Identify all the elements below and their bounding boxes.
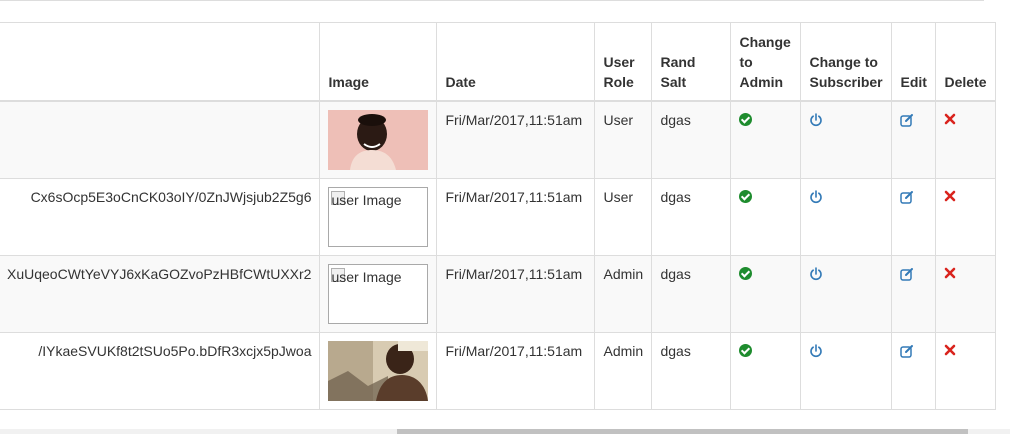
check-circle-icon[interactable] xyxy=(739,343,753,357)
table-row: /IYkaeSVUKf8t2tSUo5Po.bDfR3xcjx5pJwoa Fr… xyxy=(0,331,997,410)
change-to-subscriber-cell xyxy=(800,331,893,410)
table-row: Fri/Mar/2017,11:51am User dgas xyxy=(0,100,997,179)
change-to-admin-cell xyxy=(730,100,802,179)
edit-icon[interactable] xyxy=(900,267,914,281)
edit-icon[interactable] xyxy=(900,344,914,358)
table-row: XuUqeoCWtYeVYJ6xKaGOZvoPzHBfCWtUXXr2 use… xyxy=(0,254,997,333)
date-cell: Fri/Mar/2017,11:51am xyxy=(436,100,596,179)
role-cell: User xyxy=(594,100,653,179)
top-divider xyxy=(0,0,984,1)
close-icon[interactable] xyxy=(944,267,956,279)
change-to-subscriber-cell xyxy=(800,177,893,256)
salt-cell: dgas xyxy=(651,254,732,333)
close-icon[interactable] xyxy=(944,113,956,125)
close-icon[interactable] xyxy=(944,344,956,356)
role-cell: User xyxy=(594,177,653,256)
role-cell: Admin xyxy=(594,331,653,410)
users-table: Image Date User Role Rand Salt Change to… xyxy=(0,22,997,410)
table-header-row: Image Date User Role Rand Salt Change to… xyxy=(0,22,997,102)
close-icon[interactable] xyxy=(944,190,956,202)
date-cell: Fri/Mar/2017,11:51am xyxy=(436,177,596,256)
power-icon[interactable] xyxy=(809,266,823,281)
change-to-admin-cell xyxy=(730,331,802,410)
salt-cell: dgas xyxy=(651,100,732,179)
check-circle-icon[interactable] xyxy=(739,266,753,280)
change-to-admin-cell xyxy=(730,254,802,333)
user-image-broken: user Image xyxy=(328,186,429,247)
edit-cell xyxy=(891,331,937,410)
header-hash xyxy=(0,22,321,102)
edit-cell xyxy=(891,177,937,256)
edit-cell xyxy=(891,254,937,333)
header-rand-salt: Rand Salt xyxy=(651,22,732,102)
header-delete: Delete xyxy=(935,22,997,102)
power-icon[interactable] xyxy=(809,189,823,204)
password-hash-cell: /IYkaeSVUKf8t2tSUo5Po.bDfR3xcjx5pJwoa xyxy=(0,331,321,410)
user-image-broken: user Image xyxy=(328,263,429,324)
edit-icon[interactable] xyxy=(900,190,914,204)
header-change-to-admin: Change to Admin xyxy=(730,22,802,102)
header-image: Image xyxy=(319,22,438,102)
header-change-to-subscriber: Change to Subscriber xyxy=(800,22,893,102)
delete-cell xyxy=(935,254,997,333)
image-cell xyxy=(319,331,438,410)
password-hash-cell: Cx6sOcp5E3oCnCK03oIY/0ZnJWjsjub2Z5g6 xyxy=(0,177,321,256)
edit-icon[interactable] xyxy=(900,113,914,127)
role-cell: Admin xyxy=(594,254,653,333)
delete-cell xyxy=(935,331,997,410)
edit-cell xyxy=(891,100,937,179)
check-circle-icon[interactable] xyxy=(739,112,753,126)
change-to-subscriber-cell xyxy=(800,254,893,333)
user-avatar-photo xyxy=(328,109,429,170)
power-icon[interactable] xyxy=(809,112,823,127)
horizontal-scrollbar-thumb[interactable] xyxy=(397,429,968,434)
user-avatar-photo xyxy=(328,340,429,401)
header-edit: Edit xyxy=(891,22,937,102)
change-to-admin-cell xyxy=(730,177,802,256)
change-to-subscriber-cell xyxy=(800,100,893,179)
table-row: Cx6sOcp5E3oCnCK03oIY/0ZnJWjsjub2Z5g6 use… xyxy=(0,177,997,256)
salt-cell: dgas xyxy=(651,331,732,410)
image-alt-text: user Image xyxy=(331,268,402,285)
password-hash-cell: XuUqeoCWtYeVYJ6xKaGOZvoPzHBfCWtUXXr2 xyxy=(0,254,321,333)
image-cell: user Image xyxy=(319,254,438,333)
header-date: Date xyxy=(436,22,596,102)
delete-cell xyxy=(935,177,997,256)
power-icon[interactable] xyxy=(809,343,823,358)
password-hash-cell xyxy=(0,100,321,179)
salt-cell: dgas xyxy=(651,177,732,256)
delete-cell xyxy=(935,100,997,179)
check-circle-icon[interactable] xyxy=(739,189,753,203)
image-alt-text: user Image xyxy=(331,191,402,208)
image-cell xyxy=(319,100,438,179)
header-user-role: User Role xyxy=(594,22,653,102)
date-cell: Fri/Mar/2017,11:51am xyxy=(436,331,596,410)
date-cell: Fri/Mar/2017,11:51am xyxy=(436,254,596,333)
image-cell: user Image xyxy=(319,177,438,256)
